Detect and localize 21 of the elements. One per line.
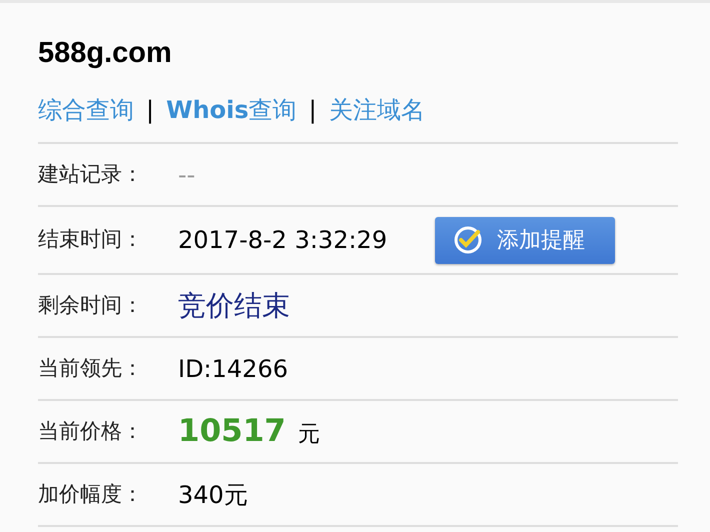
- nav-link[interactable]: 关注域名: [328, 92, 425, 128]
- add-reminder-button[interactable]: 添加提醒: [435, 216, 616, 264]
- domain-title: 588g.com: [38, 36, 173, 71]
- separator-text: |: [146, 95, 154, 126]
- field-label: 加价幅度：: [38, 480, 144, 508]
- value-text: 340元: [178, 480, 248, 510]
- value-text: ID:14266: [178, 354, 288, 384]
- nav-link[interactable]: Whois查询: [166, 92, 297, 128]
- price-text: 10517: [178, 412, 286, 452]
- value-text: --: [178, 160, 196, 190]
- field-label: 结束时间：: [38, 226, 144, 254]
- separator-text: |: [308, 95, 317, 126]
- currency-unit: 元: [298, 421, 320, 450]
- value-text: 2017-8-2 3:32:29: [178, 225, 388, 256]
- nav-link[interactable]: 综合查询: [38, 92, 134, 128]
- field-label: 建站记录：: [38, 160, 144, 188]
- field-label: 当前领先：: [38, 354, 144, 382]
- field-label: 剩余时间：: [38, 292, 144, 319]
- status-text: 竞价结束: [178, 288, 290, 324]
- field-label: 当前价格：: [38, 418, 144, 445]
- check-circle-icon: [453, 225, 484, 255]
